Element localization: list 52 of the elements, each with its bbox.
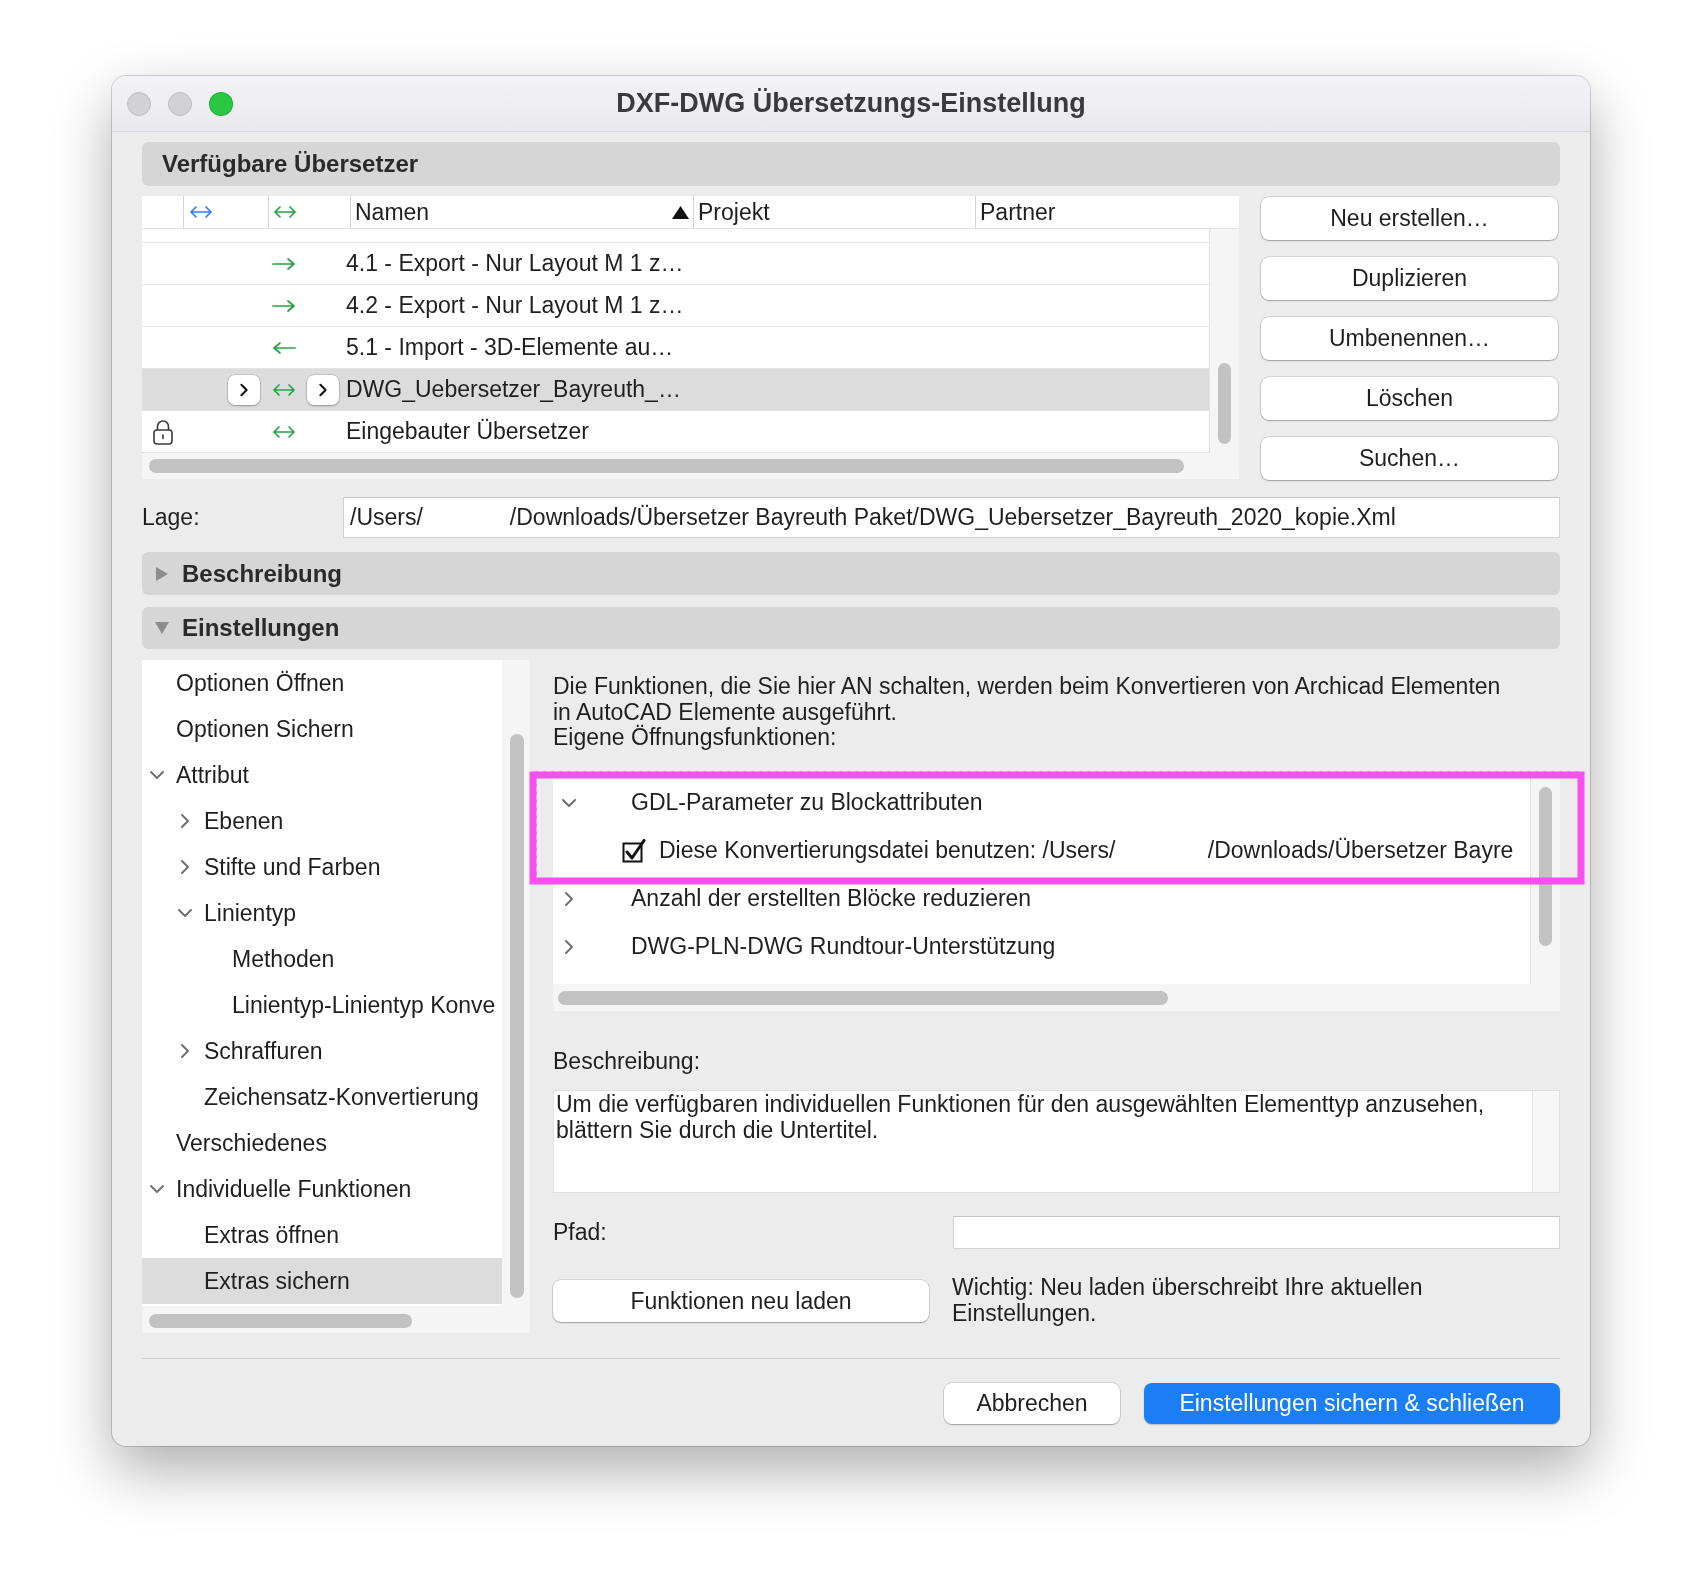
section-header[interactable]: Beschreibung [142,552,1560,595]
field-label: Pfad: [553,1219,607,1246]
action-button[interactable]: Duplizieren [1261,257,1558,300]
disclosure-button[interactable] [307,374,339,405]
column-header[interactable]: Partner [975,196,1239,228]
arrow-right-icon [271,256,297,271]
input-field[interactable] [953,1216,1560,1249]
list-item[interactable]: GDL-Parameter zu Blockattributen [553,778,1530,827]
checkbox-label[interactable]: Diese Konvertierungsdatei benutzen: /Users/ /Downloads/Übersetzer Bayre [659,837,1514,864]
column-header[interactable]: Namen [350,196,693,228]
arrow-left-icon [271,340,297,355]
window-title: DXF-DWG Übersetzungs-Einstellung [616,88,1086,119]
name-cell: 5.1 - Import - 3D-Elemente au… [346,334,674,361]
double-arrow-icon [271,382,297,397]
intro-text: Die Funktionen, die Sie hier AN schalten, werden beim Konvertieren von Archicad Elementen in AutoCAD Elemente ausgeführt. [553,674,1502,725]
name-cell: DWG_Uebersetzer_Bayreuth_… [346,376,681,403]
scrollbar-thumb[interactable] [1539,786,1552,946]
zoom-button[interactable] [209,91,233,116]
list-label: Eigene Öffnungsfunktionen: [553,725,837,751]
warning-text: Wichtig: Neu laden überschreibt Ihre aktuellen Einstellungen. [952,1275,1424,1326]
section-header[interactable]: Einstellungen [142,607,1560,649]
scrollbar-thumb[interactable] [149,459,1184,473]
action-button[interactable]: Löschen [1261,377,1558,420]
scrollbar-thumb[interactable] [558,990,1168,1005]
column-header[interactable]: Projekt [693,196,975,228]
name-cell: 4.1 - Export - Nur Layout M 1 z… [346,250,684,277]
scrollbar-thumb[interactable] [510,734,524,1298]
disclosure-button[interactable] [228,374,260,405]
path-field[interactable]: /Users/ /Downloads/Übersetzer Bayreuth Paket/DWG_Uebersetzer_Bayreuth_2020_kopie.Xml [343,497,1560,538]
arrow-right-icon [271,298,297,313]
scrollbar-thumb[interactable] [1218,363,1231,444]
scrollbar-thumb[interactable] [149,1314,412,1328]
description-box: Um die verfügbaren individuellen Funktionen für den ausgewählten Elementtyp anzusehen, blättern Sie durch die Untertitel. [553,1090,1560,1193]
reload-button[interactable]: Funktionen neu laden [553,1280,929,1322]
cancel-button[interactable]: Abbrechen [944,1383,1120,1424]
name-cell: Eingebauter Übersetzer [346,418,589,445]
double-arrow-icon [272,205,298,219]
action-button[interactable]: Neu erstellen… [1261,197,1558,240]
double-arrow-icon [271,424,297,439]
action-button[interactable]: Suchen… [1261,437,1558,480]
save-button[interactable]: Einstellungen sichern & schließen [1144,1383,1560,1424]
list-item[interactable]: DWG-PLN-DWG Rundtour-Unterstützung [553,922,1530,971]
section-header: Verfügbare Übersetzer [142,142,1560,186]
table-row[interactable]: DWG_Uebersetzer_Bayreuth_… [142,369,1209,411]
name-cell: 4.2 - Export - Nur Layout M 1 z… [346,292,684,319]
field-label: Beschreibung: [553,1048,701,1074]
list-item[interactable]: Anzahl der erstellten Blöcke reduzieren [553,874,1530,923]
double-arrow-icon [188,205,214,219]
tree-item[interactable]: Extras sichern [142,1258,502,1304]
field-label: Lage: [142,504,200,531]
checkbox[interactable] [622,838,646,863]
action-button[interactable]: Umbenennen… [1261,317,1558,360]
